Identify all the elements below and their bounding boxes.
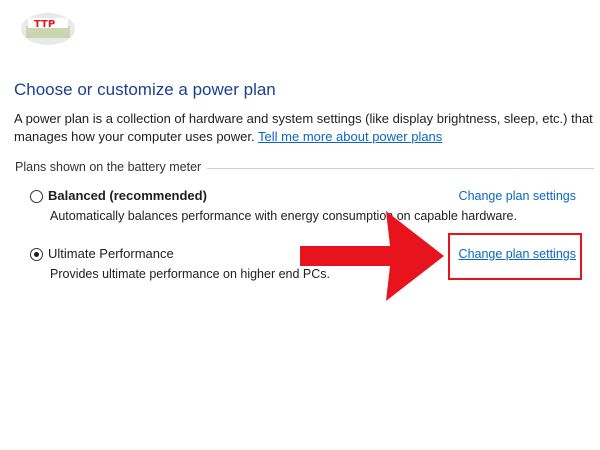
- logo-badge-icon: TTP: [21, 13, 75, 45]
- plan-description-balanced: Automatically balances performance with …: [50, 209, 517, 223]
- change-plan-settings-link-balanced[interactable]: Change plan settings: [459, 189, 576, 203]
- group-label: Plans shown on the battery meter: [15, 160, 208, 174]
- radio-balanced[interactable]: [30, 190, 43, 203]
- plan-name-balanced[interactable]: Balanced (recommended): [48, 188, 207, 203]
- radio-ultimate-performance[interactable]: [30, 248, 43, 261]
- learn-more-link[interactable]: Tell me more about power plans: [258, 129, 442, 144]
- logo-text: TTP: [34, 19, 55, 30]
- logo: TTP: [20, 12, 76, 46]
- red-arrow-icon: [300, 211, 444, 301]
- plan-name-ultimate-performance[interactable]: Ultimate Performance: [48, 246, 174, 261]
- plan-description-ultimate-performance: Provides ultimate performance on higher …: [50, 267, 331, 281]
- page-description: A power plan is a collection of hardware…: [14, 110, 594, 146]
- page-title: Choose or customize a power plan: [14, 80, 276, 99]
- highlight-box: [448, 233, 582, 280]
